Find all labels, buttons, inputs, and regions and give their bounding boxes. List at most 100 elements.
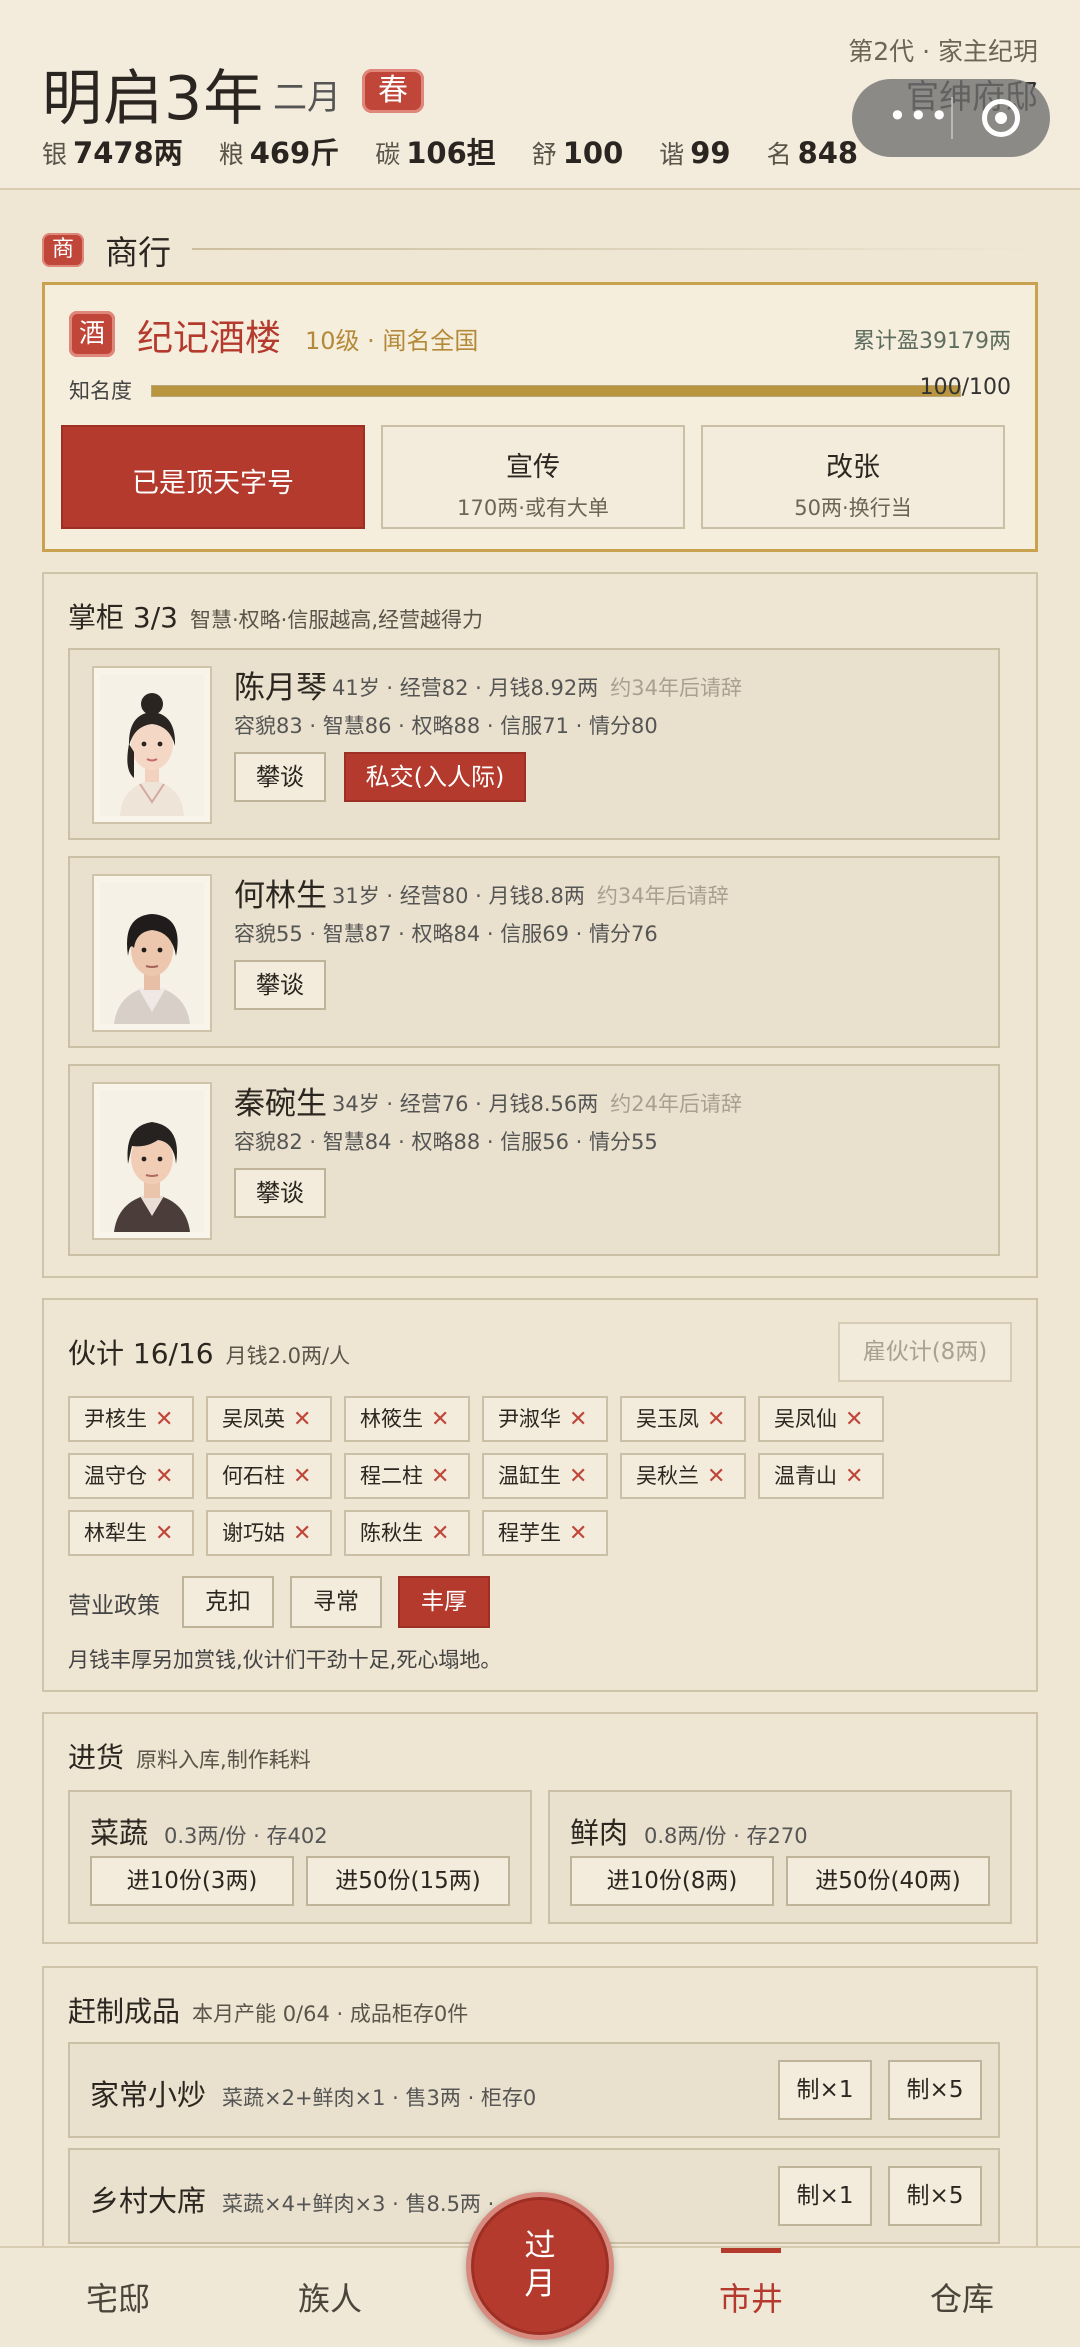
nav-warehouse[interactable]: 仓库 [882, 2274, 1042, 2320]
staff-tag: 温守仓 ✕ [68, 1453, 194, 1499]
buy-50-button[interactable]: 进50份(15两) [306, 1856, 510, 1906]
max-rank-label: 已是顶天字号 [132, 468, 294, 499]
fame-progress-fill [152, 386, 960, 396]
rebrand-button[interactable]: 改张 50两·换行当 [701, 425, 1005, 529]
shop-profit: 累计盈39179两 [853, 329, 1011, 354]
stat-grain: 粮 469斤 [218, 136, 340, 170]
policy-stingy-button[interactable]: 克扣 [182, 1576, 274, 1628]
policy-description: 月钱丰厚另加赏钱,伙计们干劲十足,死心塌地。 [68, 1648, 502, 1672]
stat-harmony: 谐 99 [659, 136, 731, 170]
manager-attributes: 容貌82 · 智慧84 · 权略88 · 信服56 · 情分55 [234, 1130, 658, 1154]
capsule-divider [951, 97, 953, 139]
manager-name: 陈月琴 [234, 670, 327, 706]
dismiss-staff-icon[interactable]: ✕ [431, 1521, 449, 1546]
shop-name: 纪记酒楼 [137, 318, 282, 359]
staff-name: 温缸生 [498, 1464, 561, 1488]
fame-progress-bar [151, 385, 961, 397]
manager-attributes: 容貌55 · 智慧87 · 权略84 · 信服69 · 情分76 [234, 922, 658, 946]
buy-10-button[interactable]: 进10份(3两) [90, 1856, 294, 1906]
staff-tag: 吴秋兰 ✕ [620, 1453, 746, 1499]
staff-name: 谢巧姑 [222, 1521, 285, 1545]
manager-portrait-male [92, 874, 212, 1032]
dismiss-staff-icon[interactable]: ✕ [569, 1521, 587, 1546]
shop-card: 酒 纪记酒楼 10级 · 闻名全国 累计盈39179两 知名度 100/100 … [42, 282, 1038, 552]
manager-name: 秦碗生 [234, 1086, 327, 1122]
dismiss-staff-icon[interactable]: ✕ [431, 1407, 449, 1432]
pass-month-button[interactable]: 过 月 [466, 2192, 614, 2340]
dismiss-staff-icon[interactable]: ✕ [569, 1407, 587, 1432]
staff-tag: 吴凤英 ✕ [206, 1396, 332, 1442]
buy-10-button[interactable]: 进10份(8两) [570, 1856, 774, 1906]
section-header: 商 商行 [42, 226, 1042, 272]
chat-button[interactable]: 攀谈 [234, 960, 326, 1010]
promote-label: 宣传 [506, 452, 560, 483]
max-rank-button[interactable]: 已是顶天字号 [61, 425, 365, 529]
staff-name: 林筱生 [360, 1407, 423, 1431]
dismiss-staff-icon[interactable]: ✕ [155, 1407, 173, 1432]
nav-market[interactable]: 市井 [671, 2274, 831, 2320]
dismiss-staff-icon[interactable]: ✕ [707, 1464, 725, 1489]
dismiss-staff-icon[interactable]: ✕ [155, 1521, 173, 1546]
staff-name: 陈秋生 [360, 1521, 423, 1545]
manager-card: 秦碗生 34岁 · 经营76 · 月钱8.56两 约24年后请辞 容貌82 · 智… [68, 1064, 1000, 1256]
section-divider [192, 248, 1042, 250]
staff-name: 吴秋兰 [636, 1464, 699, 1488]
dismiss-staff-icon[interactable]: ✕ [431, 1464, 449, 1489]
befriend-button[interactable]: 私交(入人际) [344, 752, 526, 802]
section-title: 商行 [105, 233, 172, 272]
dismiss-staff-icon[interactable]: ✕ [293, 1521, 311, 1546]
rebrand-label: 改张 [826, 452, 880, 483]
chat-button[interactable]: 攀谈 [234, 1168, 326, 1218]
managers-panel: 掌柜 3/3 智慧·权略·信服越高,经营越得力 陈月琴 41岁 · 经营82 · … [42, 572, 1038, 1278]
staff-tag: 尹核生 ✕ [68, 1396, 194, 1442]
manager-detail: 34岁 · 经营76 · 月钱8.56两 约24年后请辞 [332, 1092, 742, 1116]
recipe-detail: 菜蔬×4+鲜肉×3 · 售8.5两 · [222, 2192, 495, 2216]
manager-card: 陈月琴 41岁 · 经营82 · 月钱8.92两 约34年后请辞 容貌83 · 智… [68, 648, 1000, 840]
promote-cost: 170两·或有大单 [457, 496, 609, 520]
staff-tag: 程二柱 ✕ [344, 1453, 470, 1499]
dismiss-staff-icon[interactable]: ✕ [845, 1464, 863, 1489]
recipe-name: 乡村大席 [90, 2184, 207, 2218]
make-5-button[interactable]: 制×5 [888, 2166, 982, 2226]
stat-silver: 银 7478两 [42, 136, 183, 170]
staff-name: 程芋生 [498, 1521, 561, 1545]
recipe-row: 家常小炒 菜蔬×2+鲜肉×1 · 售3两 · 柜存0 制×1 制×5 [68, 2042, 1000, 2138]
dismiss-staff-icon[interactable]: ✕ [845, 1407, 863, 1432]
nav-mansion[interactable]: 宅邸 [38, 2274, 198, 2320]
staff-name: 吴玉凤 [636, 1407, 699, 1431]
more-icon[interactable]: ••• [888, 100, 951, 132]
pass-month-top: 过 [524, 2228, 556, 2264]
pass-month-bottom: 月 [524, 2266, 556, 2302]
stat-charcoal: 碳 106担 [375, 136, 496, 170]
purchase-item-name: 菜蔬 [90, 1816, 149, 1850]
generation-label: 第2代 · 家主纪玥 [848, 37, 1038, 66]
dismiss-staff-icon[interactable]: ✕ [293, 1407, 311, 1432]
policy-normal-button[interactable]: 寻常 [290, 1576, 382, 1628]
promote-button[interactable]: 宣传 170两·或有大单 [381, 425, 685, 529]
stat-comfort: 舒 100 [531, 136, 624, 170]
dismiss-staff-icon[interactable]: ✕ [707, 1407, 725, 1432]
recipe-detail: 菜蔬×2+鲜肉×1 · 售3两 · 柜存0 [222, 2086, 537, 2110]
policy-generous-button[interactable]: 丰厚 [398, 1576, 490, 1628]
close-miniprogram-icon[interactable] [982, 99, 1020, 137]
hire-staff-button[interactable]: 雇伙计(8两) [838, 1322, 1012, 1382]
make-5-button[interactable]: 制×5 [888, 2060, 982, 2120]
staff-tag: 林犁生 ✕ [68, 1510, 194, 1556]
staff-panel: 伙计 16/16 月钱2.0两/人 雇伙计(8两) 营业政策 克扣 寻常 丰厚 月… [42, 1298, 1038, 1692]
dismiss-staff-icon[interactable]: ✕ [293, 1464, 311, 1489]
chat-button[interactable]: 攀谈 [234, 752, 326, 802]
produce-title: 赶制成品 本月产能 0/64 · 成品柜存0件 [68, 1995, 469, 2028]
buy-50-button[interactable]: 进50份(40两) [786, 1856, 990, 1906]
dismiss-staff-icon[interactable]: ✕ [155, 1464, 173, 1489]
make-1-button[interactable]: 制×1 [778, 2060, 872, 2120]
staff-tag: 温缸生 ✕ [482, 1453, 608, 1499]
nav-clan[interactable]: 族人 [250, 2274, 410, 2320]
dismiss-staff-icon[interactable]: ✕ [569, 1464, 587, 1489]
purchase-title: 进货 原料入库,制作耗料 [68, 1741, 311, 1774]
staff-name: 尹核生 [84, 1407, 147, 1431]
purchase-item-vegetables: 菜蔬 0.3两/份 · 存402 进10份(3两) 进50份(15两) [68, 1790, 532, 1924]
purchase-panel: 进货 原料入库,制作耗料 菜蔬 0.3两/份 · 存402 进10份(3两) 进5… [42, 1712, 1038, 1944]
managers-title: 掌柜 3/3 智慧·权略·信服越高,经营越得力 [68, 601, 483, 634]
make-1-button[interactable]: 制×1 [778, 2166, 872, 2226]
stat-fame: 名 848 [766, 136, 859, 170]
